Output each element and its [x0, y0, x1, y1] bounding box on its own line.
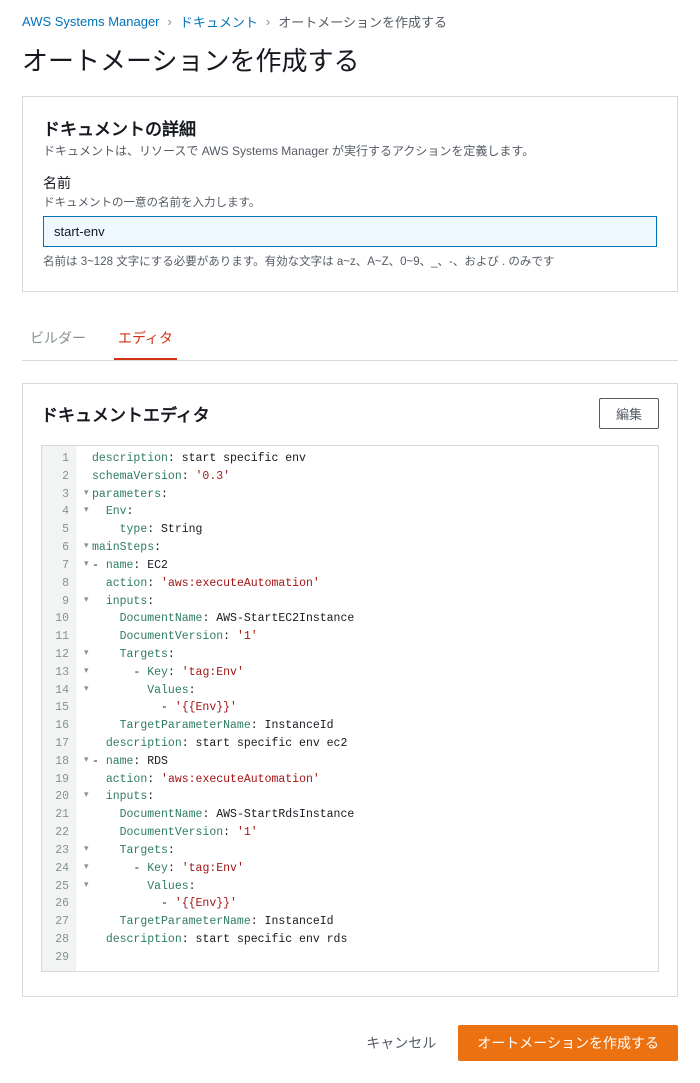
cancel-button[interactable]: キャンセル — [358, 1027, 444, 1059]
details-heading: ドキュメントの詳細 — [43, 115, 657, 140]
name-field-label: 名前 — [43, 173, 657, 193]
chevron-right-icon: › — [168, 14, 172, 29]
code-editor[interactable]: 1234567891011121314151617181920212223242… — [41, 445, 659, 972]
document-details-panel: ドキュメントの詳細 ドキュメントは、リソースで AWS Systems Mana… — [22, 96, 678, 292]
chevron-right-icon: › — [266, 14, 270, 29]
breadcrumb-section[interactable]: ドキュメント — [180, 12, 258, 31]
document-name-input[interactable] — [43, 216, 657, 247]
breadcrumb-service[interactable]: AWS Systems Manager — [22, 14, 160, 29]
editor-tabs: ビルダー エディタ — [22, 316, 678, 361]
code-gutter: 1234567891011121314151617181920212223242… — [42, 446, 76, 971]
breadcrumb: AWS Systems Manager › ドキュメント › オートメーションを… — [0, 0, 700, 35]
page-title: オートメーションを作成する — [0, 35, 700, 96]
create-automation-button[interactable]: オートメーションを作成する — [458, 1025, 678, 1061]
document-editor-panel: ドキュメントエディタ 編集 12345678910111213141516171… — [22, 383, 678, 997]
tab-builder[interactable]: ビルダー — [26, 316, 90, 360]
details-description: ドキュメントは、リソースで AWS Systems Manager が実行するア… — [43, 142, 657, 159]
tab-editor[interactable]: エディタ — [114, 316, 177, 360]
code-body[interactable]: description: start specific envschemaVer… — [76, 446, 658, 971]
name-field-help: 名前は 3~128 文字にする必要があります。有効な文字は a~z、A~Z、0~… — [43, 253, 657, 269]
name-field-sublabel: ドキュメントの一意の名前を入力します。 — [43, 194, 657, 210]
editor-heading: ドキュメントエディタ — [41, 401, 599, 426]
footer-actions: キャンセル オートメーションを作成する — [0, 1015, 700, 1083]
edit-button[interactable]: 編集 — [599, 398, 659, 429]
breadcrumb-current: オートメーションを作成する — [278, 12, 447, 31]
